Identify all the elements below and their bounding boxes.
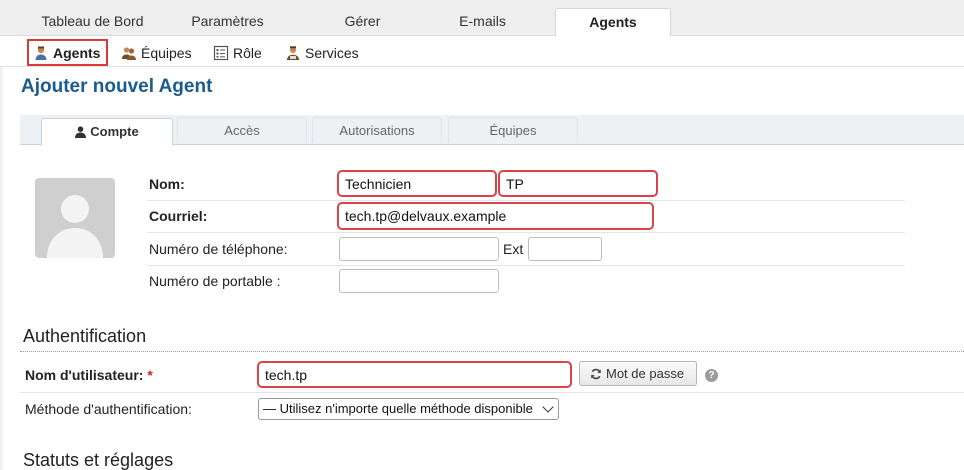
teams-icon xyxy=(122,46,136,60)
first-name-input[interactable] xyxy=(337,170,497,197)
avatar-placeholder-icon xyxy=(47,195,103,258)
subnav-agents[interactable]: Agents xyxy=(27,39,109,66)
row-divider xyxy=(147,200,905,201)
subnav-services[interactable]: Services xyxy=(285,39,359,66)
agent-icon xyxy=(35,46,47,60)
tab-agents[interactable]: Agents xyxy=(555,8,671,36)
form-tab-account-label: Compte xyxy=(90,124,139,139)
form-tab-teams[interactable]: Équipes xyxy=(448,117,578,143)
phone-input[interactable] xyxy=(339,237,499,261)
auth-method-select[interactable]: — Utilisez n'importe quelle méthode disp… xyxy=(258,398,559,420)
sub-nav: Agents Équipes Rôle Services xyxy=(0,36,964,67)
subnav-agents-label: Agents xyxy=(53,44,101,61)
row-divider xyxy=(20,392,964,393)
services-icon xyxy=(287,45,299,60)
row-divider xyxy=(147,232,905,233)
help-icon[interactable]: ? xyxy=(705,369,718,382)
subnav-services-label: Services xyxy=(305,44,359,61)
form-tab-account[interactable]: Compte xyxy=(41,118,173,146)
subnav-teams[interactable]: Équipes xyxy=(121,39,192,66)
tab-dashboard[interactable]: Tableau de Bord xyxy=(30,8,155,36)
form-tab-permissions[interactable]: Autorisations xyxy=(312,117,442,143)
form-tabs: Compte Accès Autorisations Équipes xyxy=(20,115,964,146)
role-icon xyxy=(213,45,229,60)
status-section-title: Statuts et réglages xyxy=(23,450,174,470)
refresh-icon xyxy=(591,368,601,379)
mobile-input[interactable] xyxy=(339,269,499,293)
form-tab-access[interactable]: Accès xyxy=(177,117,307,143)
left-edge-bar xyxy=(0,67,3,470)
ext-label: Ext xyxy=(503,241,524,257)
user-icon xyxy=(75,126,87,138)
tab-manage[interactable]: Gérer xyxy=(300,8,425,36)
password-button[interactable]: Mot de passe xyxy=(579,361,697,386)
required-mark: * xyxy=(147,367,153,383)
subnav-teams-label: Équipes xyxy=(141,44,192,61)
name-label: Nom: xyxy=(149,176,185,192)
chevron-down-icon xyxy=(542,401,554,413)
password-button-label: Mot de passe xyxy=(606,366,685,381)
subnav-role[interactable]: Rôle xyxy=(213,39,262,66)
row-divider xyxy=(147,265,905,266)
last-name-input[interactable] xyxy=(498,170,658,197)
auth-method-value: — Utilisez n'importe quelle méthode disp… xyxy=(263,401,533,416)
auth-method-label: Méthode d'authentification: xyxy=(25,401,192,417)
username-label-text: Nom d'utilisateur: xyxy=(25,367,144,383)
avatar xyxy=(35,178,115,258)
mobile-label: Numéro de portable : xyxy=(149,273,281,289)
auth-section-title: Authentification xyxy=(23,326,147,346)
tab-emails[interactable]: E-mails xyxy=(420,8,545,36)
section-divider xyxy=(20,351,964,352)
tab-settings[interactable]: Paramètres xyxy=(165,8,290,36)
email-label: Courriel: xyxy=(149,208,208,224)
page-title: Ajouter nouvel Agent xyxy=(21,76,213,97)
ext-input[interactable] xyxy=(528,237,602,261)
phone-label: Numéro de téléphone: xyxy=(149,241,288,257)
username-label: Nom d'utilisateur: * xyxy=(25,367,153,383)
top-nav: Tableau de Bord Paramètres Gérer E-mails… xyxy=(0,0,964,36)
subnav-role-label: Rôle xyxy=(233,44,262,61)
email-input[interactable] xyxy=(337,202,654,230)
username-input[interactable] xyxy=(257,361,572,388)
